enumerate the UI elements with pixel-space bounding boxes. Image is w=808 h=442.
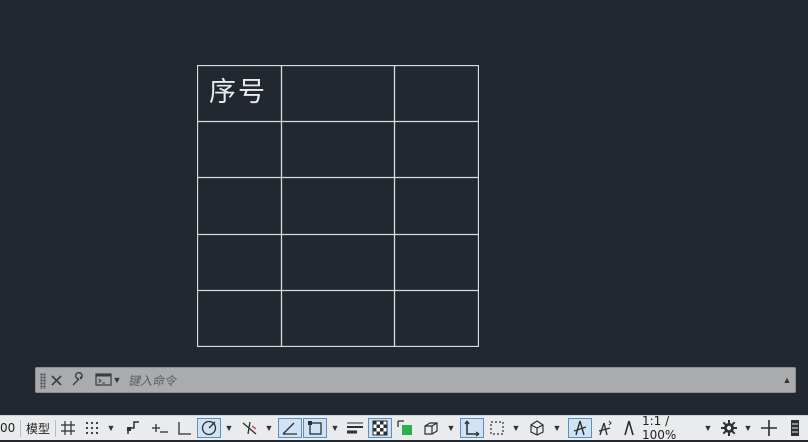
3d-object-snap-toggle[interactable] <box>419 418 443 438</box>
drawing-canvas[interactable]: 序号 <box>0 0 808 366</box>
isodraft-icon <box>242 421 257 435</box>
isodraft-toggle[interactable] <box>239 418 261 438</box>
dynamic-ucs-icon <box>464 420 480 437</box>
object-snap-menu-button[interactable]: ▼ <box>328 418 342 438</box>
gizmo-toggle[interactable] <box>525 418 549 438</box>
grid-icon <box>61 421 75 435</box>
isodraft-menu-button[interactable]: ▼ <box>262 418 276 438</box>
ortho-icon <box>178 422 191 435</box>
workspace-menu-button[interactable]: ▼ <box>741 418 755 438</box>
polar-menu-button[interactable]: ▼ <box>222 418 236 438</box>
wrench-icon <box>72 372 83 386</box>
selection-cycling-toggle[interactable] <box>394 418 416 438</box>
customization-menu-button[interactable] <box>786 418 804 438</box>
annotation-scale-icon <box>624 420 634 436</box>
chevron-down-icon: ▼ <box>330 423 340 433</box>
dynamic-input-toggle[interactable] <box>149 418 171 438</box>
canvas-bottom-strip <box>0 393 808 415</box>
chevron-down-icon: ▼ <box>511 423 521 433</box>
command-prompt-icon <box>94 373 112 386</box>
gizmo-menu-button[interactable]: ▼ <box>550 418 564 438</box>
chevron-down-icon: ▼ <box>552 423 562 433</box>
auto-scale-toggle[interactable] <box>594 418 616 438</box>
recent-commands-button[interactable]: ▼ <box>93 371 123 389</box>
snap-toggle[interactable] <box>81 418 103 438</box>
object-snap-icon <box>308 421 322 435</box>
annotation-visibility-toggle[interactable] <box>568 418 592 438</box>
coordinate-readout-clipped: 00 <box>0 421 16 435</box>
lineweight-toggle[interactable] <box>344 418 366 438</box>
infer-constraints-toggle[interactable] <box>124 418 146 438</box>
polar-tracking-icon <box>201 420 217 436</box>
table-header-cell-text: 序号 <box>209 77 267 108</box>
grid-toggle[interactable] <box>58 418 78 438</box>
object-snap-toggle[interactable] <box>303 418 327 438</box>
annotation-scale-menu-button[interactable]: ▼ <box>702 418 714 438</box>
ortho-mode-toggle[interactable] <box>173 418 195 438</box>
chevron-down-icon: ▼ <box>264 423 274 433</box>
chevron-down-icon: ▼ <box>224 423 234 433</box>
gizmo-icon <box>530 420 544 436</box>
command-history-button[interactable]: ▲ <box>780 371 794 389</box>
workspace-switching-button[interactable] <box>718 418 740 438</box>
chevron-down-icon: ▼ <box>112 375 122 385</box>
annotation-scale-dropdown[interactable]: 1:1 / 100% <box>642 414 702 442</box>
close-command-line-button[interactable] <box>47 371 65 389</box>
plus-icon <box>761 420 777 436</box>
annotation-visibility-icon <box>573 420 587 436</box>
chevron-down-icon: ▼ <box>703 423 713 433</box>
command-input[interactable] <box>126 370 780 392</box>
object-snap-tracking-toggle[interactable] <box>278 418 302 438</box>
lineweight-icon <box>347 422 363 434</box>
cad-table[interactable]: 序号 <box>197 65 479 347</box>
dynamic-ucs-toggle[interactable] <box>460 418 484 438</box>
chevron-up-icon: ▲ <box>782 375 792 385</box>
selection-cycling-icon <box>397 420 412 435</box>
command-line-bar: ▼ ▲ <box>35 367 796 393</box>
divider <box>55 420 56 437</box>
chevron-down-icon: ▼ <box>446 423 456 433</box>
annotation-monitor-toggle[interactable] <box>758 418 780 438</box>
auto-scale-icon <box>598 420 612 436</box>
selection-filter-toggle[interactable] <box>486 418 508 438</box>
3d-snap-icon <box>424 422 438 435</box>
chevron-down-icon: ▼ <box>106 423 116 433</box>
close-icon <box>50 374 62 386</box>
selection-filter-icon <box>490 421 504 435</box>
model-space-button[interactable]: 模型 <box>23 418 53 438</box>
selection-filter-menu-button[interactable]: ▼ <box>509 418 523 438</box>
status-bar: 00 模型 ▼ ▼ ▼ ▼ ▼ ▼ ▼ 1:1 / 100% ▼ ▼ <box>0 414 808 442</box>
snap-dots-icon <box>85 421 99 435</box>
snap-tracking-icon <box>282 422 297 435</box>
infer-constraints-icon <box>127 421 139 434</box>
customize-button[interactable] <box>69 371 87 389</box>
polar-tracking-toggle[interactable] <box>197 418 221 438</box>
chevron-down-icon: ▼ <box>743 423 753 433</box>
divider <box>20 420 21 437</box>
snap-menu-button[interactable]: ▼ <box>104 418 118 438</box>
gear-icon <box>721 420 737 436</box>
3d-snap-menu-button[interactable]: ▼ <box>444 418 458 438</box>
drag-grip-handle[interactable] <box>40 373 46 389</box>
transparency-toggle[interactable] <box>368 418 392 438</box>
hamburger-menu-icon <box>791 420 799 436</box>
annotation-scale-icon-button[interactable] <box>618 418 640 438</box>
transparency-icon <box>372 420 388 436</box>
dynamic-input-icon <box>152 424 168 433</box>
